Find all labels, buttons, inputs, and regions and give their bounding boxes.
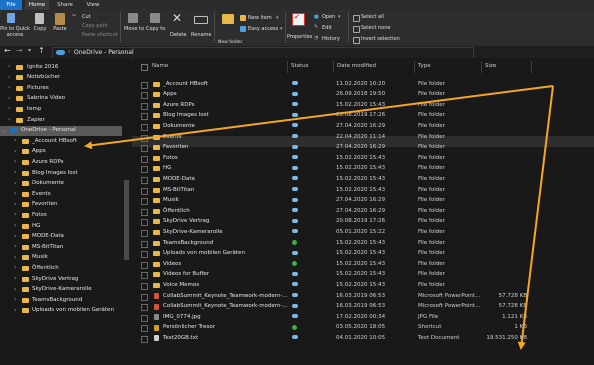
arrow-to-large-file-size	[517, 85, 554, 350]
annotation-arrows	[84, 85, 554, 350]
arrow-to-onedrive-node	[84, 85, 554, 150]
